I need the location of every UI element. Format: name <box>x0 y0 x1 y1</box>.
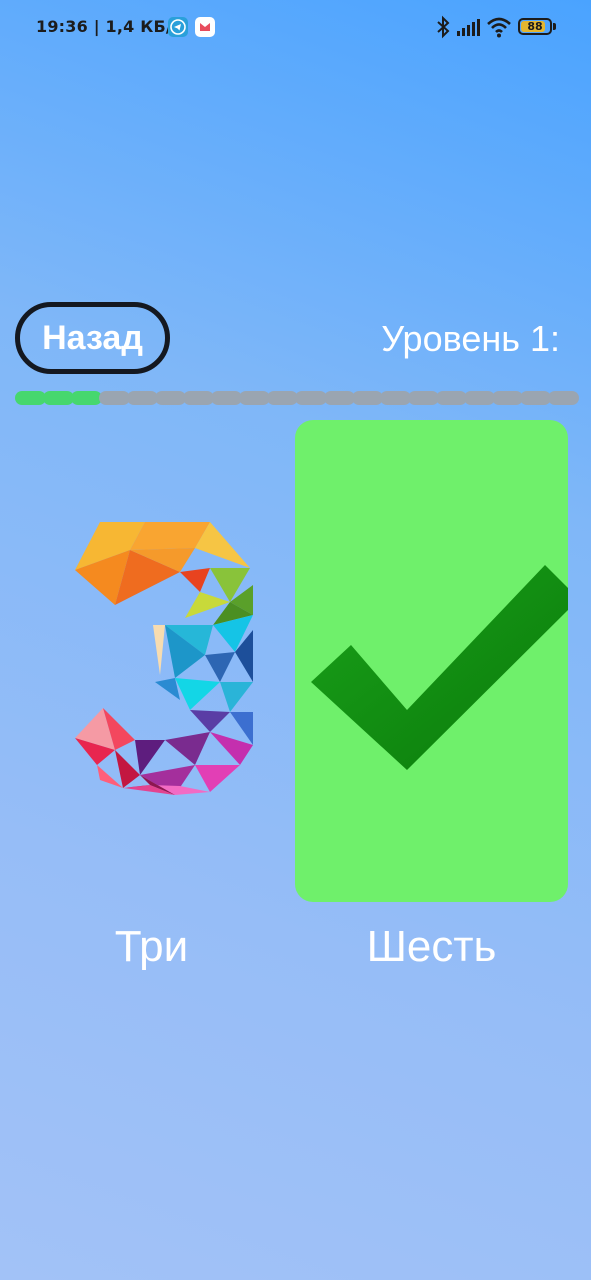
battery-tip <box>553 23 556 30</box>
progress-segment-pending <box>295 391 327 405</box>
checkmark-icon <box>311 565 568 770</box>
back-button[interactable]: Назад <box>15 302 170 374</box>
progress-segment-pending <box>463 391 495 405</box>
level-title: Уровень 1: <box>381 318 560 359</box>
progress-segment-pending <box>155 391 187 405</box>
progress-segment-pending <box>547 391 579 405</box>
progress-segment-pending <box>183 391 215 405</box>
progress-segment-pending <box>267 391 299 405</box>
telegram-icon <box>168 17 188 37</box>
answer-label-three: Три <box>114 922 189 971</box>
notification-app-icon <box>195 17 215 37</box>
progress-segment-pending <box>99 391 131 405</box>
progress-segment-pending <box>239 391 271 405</box>
answer-card-six[interactable] <box>295 420 568 902</box>
status-time: 19:36 | 1,4 КБ/с <box>36 17 182 36</box>
progress-segment-pending <box>435 391 467 405</box>
progress-segment-pending <box>491 391 523 405</box>
progress-segment-pending <box>211 391 243 405</box>
answer-label-six: Шесть <box>366 922 497 971</box>
progress-segment-pending <box>323 391 355 405</box>
battery-icon: 88 <box>518 18 552 35</box>
progress-segment-done <box>43 391 75 405</box>
progress-segment-pending <box>519 391 551 405</box>
signal-icon <box>457 19 480 36</box>
answer-card-three[interactable] <box>15 420 288 902</box>
battery-percent: 88 <box>527 20 543 33</box>
progress-segment-done <box>71 391 103 405</box>
progress-segment-pending <box>379 391 411 405</box>
progress-segment-pending <box>407 391 439 405</box>
progress-segment-pending <box>351 391 383 405</box>
number-three-icon <box>75 522 253 795</box>
level-progress-bar <box>15 391 579 405</box>
status-bar: 19:36 | 1,4 КБ/с 88 <box>0 0 591 56</box>
wifi-icon <box>487 17 511 38</box>
progress-segment-pending <box>127 391 159 405</box>
bluetooth-icon <box>437 15 450 39</box>
progress-segment-done <box>15 391 47 405</box>
